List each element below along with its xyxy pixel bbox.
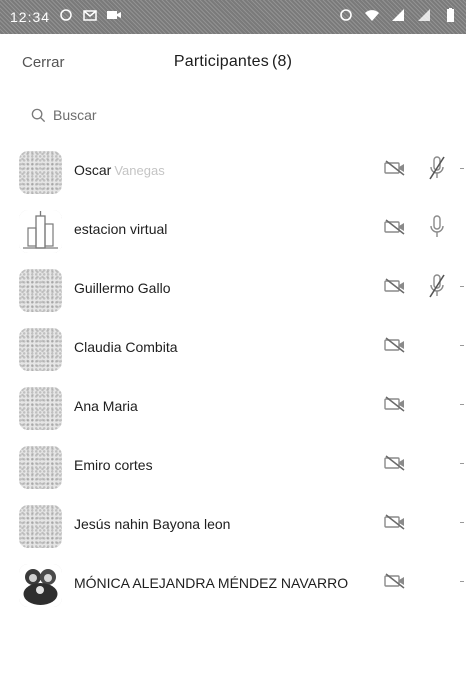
participant-name: MÓNICA ALEJANDRA MÉNDEZ NAVARRO	[74, 575, 349, 591]
avatar	[19, 387, 62, 430]
battery-icon	[447, 8, 454, 22]
participant-row[interactable]: Oscar Vanegas	[0, 147, 466, 206]
participant-name-wrap: Jesús nahin Bayona leon	[74, 516, 230, 532]
page-title-label: Participantes	[173, 53, 269, 70]
avatar	[19, 446, 62, 489]
edge-marker	[460, 286, 464, 287]
edge-marker	[460, 581, 464, 582]
wifi-icon	[365, 10, 379, 21]
participant-name: Jesús nahin Bayona leon	[74, 516, 231, 532]
avatar	[19, 564, 62, 607]
participant-row[interactable]: Emiro cortes	[0, 442, 466, 501]
status-right-icons	[338, 7, 458, 23]
video-off-icon[interactable]	[384, 218, 406, 236]
participant-name: Ana Maria	[74, 398, 138, 414]
video-off-icon[interactable]	[384, 572, 406, 590]
participant-name-wrap: estacion virtual	[74, 221, 167, 237]
video-off-icon[interactable]	[384, 159, 406, 177]
video-off-icon[interactable]	[384, 513, 406, 531]
search-input[interactable]	[53, 107, 413, 123]
edge-marker	[460, 463, 464, 464]
participant-name: Guillermo Gallo	[74, 280, 171, 296]
status-bar: 12:34	[0, 0, 466, 34]
video-off-icon[interactable]	[384, 277, 406, 295]
video-camera-icon	[107, 11, 121, 19]
participant-row[interactable]: estacion virtual	[0, 206, 466, 265]
avatar	[19, 151, 62, 194]
avatar	[19, 269, 62, 312]
participant-name: estacion virtual	[74, 221, 168, 237]
participant-row[interactable]: Jesús nahin Bayona leon	[0, 501, 466, 560]
mic-on-icon[interactable]	[428, 214, 446, 240]
video-off-icon[interactable]	[384, 454, 406, 472]
participant-count: (8)	[271, 53, 293, 70]
mic-muted-icon[interactable]	[428, 273, 446, 299]
photo-avatar	[19, 564, 62, 607]
edge-marker	[460, 168, 464, 169]
notification-icon	[60, 9, 72, 21]
header: Cerrar Participantes (8)	[0, 34, 466, 90]
video-off-icon[interactable]	[384, 395, 406, 413]
participant-row[interactable]: Guillermo Gallo	[0, 265, 466, 324]
participant-name-wrap: Emiro cortes	[74, 457, 153, 473]
participant-name: Oscar	[74, 162, 112, 178]
participant-list: Oscar Vanegas estacion virtual Guillermo …	[0, 147, 466, 619]
participant-name-wrap: Claudia Combita	[74, 339, 178, 355]
status-left-icons	[58, 7, 122, 23]
mic-muted-icon[interactable]	[428, 155, 446, 181]
participant-name-wrap: Ana Maria	[74, 398, 138, 414]
edge-marker	[460, 404, 464, 405]
video-off-icon[interactable]	[384, 336, 406, 354]
participant-name-wrap: Oscar Vanegas	[74, 162, 165, 178]
gmail-icon	[83, 10, 97, 21]
edge-marker	[460, 345, 464, 346]
participant-name-wrap: MÓNICA ALEJANDRA MÉNDEZ NAVARRO	[74, 575, 348, 591]
participant-row[interactable]: Claudia Combita	[0, 324, 466, 383]
search-bar[interactable]	[22, 100, 442, 130]
participant-name: Claudia Combita	[74, 339, 178, 355]
tower-avatar-icon	[19, 210, 62, 253]
participant-name: Emiro cortes	[74, 457, 153, 473]
avatar	[19, 210, 62, 253]
participant-name-wrap: Guillermo Gallo	[74, 280, 170, 296]
page-title: Participantes (8)	[0, 53, 466, 71]
edge-marker	[460, 522, 464, 523]
avatar	[19, 328, 62, 371]
avatar	[19, 505, 62, 548]
participant-name-extra: Vanegas	[114, 163, 165, 178]
participant-row[interactable]: Ana Maria	[0, 383, 466, 442]
signal-icon	[392, 9, 404, 21]
sync-icon	[340, 9, 352, 21]
status-time: 12:34	[10, 9, 51, 25]
participant-row[interactable]: MÓNICA ALEJANDRA MÉNDEZ NAVARRO	[0, 560, 466, 619]
search-icon	[31, 108, 46, 122]
signal-icon-2	[418, 9, 430, 21]
